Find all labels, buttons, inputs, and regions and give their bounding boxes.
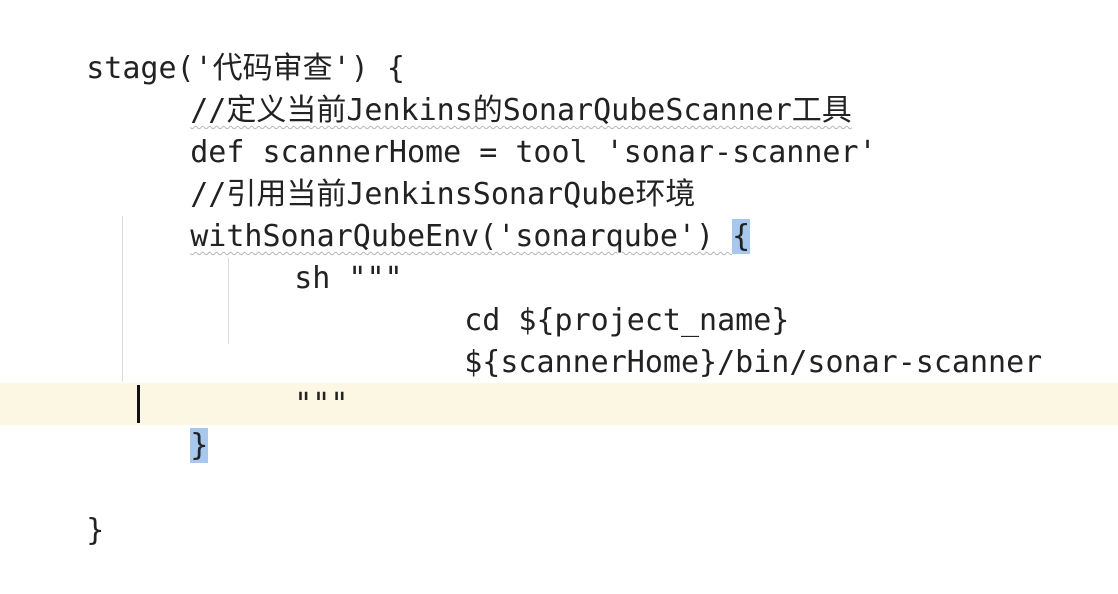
code-line[interactable]: def scannerHome = tool 'sonar-scanner' [118,90,876,170]
code-line[interactable]: } [118,383,209,463]
code-line[interactable]: cd ${project_name} [392,258,789,338]
code-editor[interactable]: stage('代码审查') { //定义当前Jenkins的SonarQubeS… [0,0,1118,548]
code-text: sh """ [294,261,403,296]
code-line[interactable]: //引用当前JenkinsSonarQube环境 [118,132,695,212]
code-text: ${scannerHome}/bin/sonar-scanner [464,345,1043,380]
code-line[interactable]: stage('代码审查') { [14,6,405,86]
code-text: } [86,513,105,548]
code-line[interactable]: ${scannerHome}/bin/sonar-scanner [392,300,1042,380]
code-line[interactable]: //定义当前Jenkins的SonarQubeScanner工具 [118,48,852,128]
code-line[interactable]: """ [222,342,348,422]
text-cursor [137,385,140,423]
code-line[interactable]: withSonarQubeEnv('sonarqube') { [118,174,751,254]
code-line[interactable]: } [14,468,104,548]
code-text: """ [294,387,349,422]
code-line[interactable] [118,426,190,468]
code-line[interactable]: sh """ [222,216,402,296]
matched-open-brace: { [732,219,751,254]
matched-close-brace: } [190,428,209,463]
